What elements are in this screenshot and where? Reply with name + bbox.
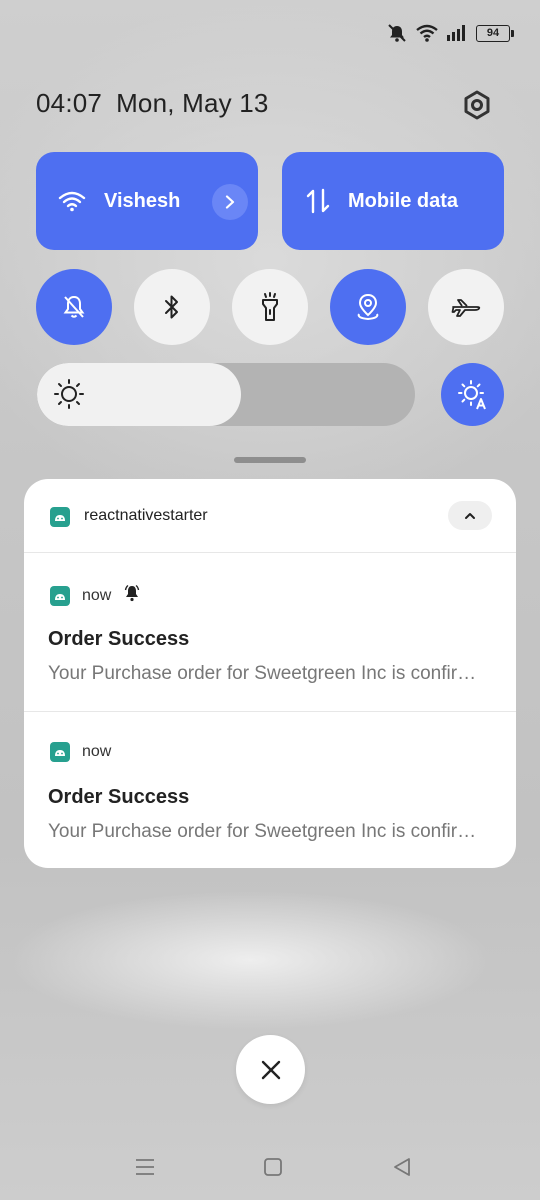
auto-brightness-icon xyxy=(457,379,486,409)
android-app-icon xyxy=(50,585,70,606)
mute-icon xyxy=(386,23,408,43)
chevron-right-icon xyxy=(225,195,235,209)
airplane-toggle[interactable] xyxy=(428,269,504,345)
menu-icon xyxy=(136,1159,154,1175)
notification-meta: now xyxy=(50,584,141,607)
wifi-icon xyxy=(416,24,438,42)
app-name: reactnativestarter xyxy=(84,507,208,524)
auto-brightness-toggle[interactable] xyxy=(441,363,504,426)
bell-off-icon xyxy=(63,295,85,318)
back-button[interactable] xyxy=(387,1156,417,1178)
notification-time: now xyxy=(82,586,112,604)
mobile-data-tile[interactable]: Mobile data xyxy=(282,152,504,250)
bluetooth-icon xyxy=(165,295,178,319)
date-time: 04:07 Mon, May 13 xyxy=(36,88,283,119)
notification-meta: now xyxy=(50,742,111,762)
android-app-icon xyxy=(50,507,70,527)
location-toggle[interactable] xyxy=(330,269,406,345)
flashlight-icon xyxy=(262,292,278,321)
home-button[interactable] xyxy=(258,1156,288,1178)
home-square-icon xyxy=(264,1158,282,1176)
chevron-up-icon xyxy=(465,512,475,519)
status-bar: 94 xyxy=(386,18,514,48)
flashlight-toggle[interactable] xyxy=(232,269,308,345)
brightness-slider[interactable] xyxy=(37,363,415,426)
airplane-icon xyxy=(451,299,481,317)
notification-group: reactnativestarter now Order Success You… xyxy=(24,479,516,868)
back-triangle-icon xyxy=(394,1158,410,1176)
android-app-icon xyxy=(50,742,70,762)
alert-bell-icon xyxy=(123,584,141,607)
notification-item[interactable]: now Order Success Your Purchase order fo… xyxy=(24,554,516,712)
location-icon xyxy=(357,293,379,321)
notification-title: Order Success xyxy=(48,786,190,808)
notification-title: Order Success xyxy=(48,628,190,650)
navigation-bar xyxy=(0,1140,540,1194)
collapse-button[interactable] xyxy=(448,501,492,530)
notification-time: now xyxy=(82,743,112,760)
clear-all-button[interactable] xyxy=(236,1035,305,1104)
close-icon xyxy=(261,1060,280,1079)
notification-body: Your Purchase order for Sweetgreen Inc i… xyxy=(48,663,488,684)
settings-button[interactable] xyxy=(458,86,496,124)
notification-body: Your Purchase order for Sweetgreen Inc i… xyxy=(48,821,488,842)
battery-indicator: 94 xyxy=(476,24,514,42)
silent-toggle[interactable] xyxy=(36,269,112,345)
clock-time: 04:07 xyxy=(36,88,103,118)
wifi-icon xyxy=(58,190,86,212)
notification-item[interactable]: now Order Success Your Purchase order fo… xyxy=(24,712,516,868)
data-transfer-icon xyxy=(306,188,330,214)
notification-group-header[interactable]: reactnativestarter xyxy=(24,479,516,553)
bluetooth-toggle[interactable] xyxy=(134,269,210,345)
gear-icon xyxy=(464,90,490,120)
signal-icon xyxy=(446,25,468,41)
brightness-icon xyxy=(53,378,85,415)
wifi-details-button[interactable] xyxy=(212,184,248,220)
recents-button[interactable] xyxy=(130,1156,160,1178)
wifi-tile[interactable]: Vishesh xyxy=(36,152,258,250)
mobile-data-label: Mobile data xyxy=(348,189,459,212)
date-label: Mon, May 13 xyxy=(116,88,269,118)
drag-handle[interactable] xyxy=(234,457,306,463)
wifi-network-name: Vishesh xyxy=(104,189,181,212)
